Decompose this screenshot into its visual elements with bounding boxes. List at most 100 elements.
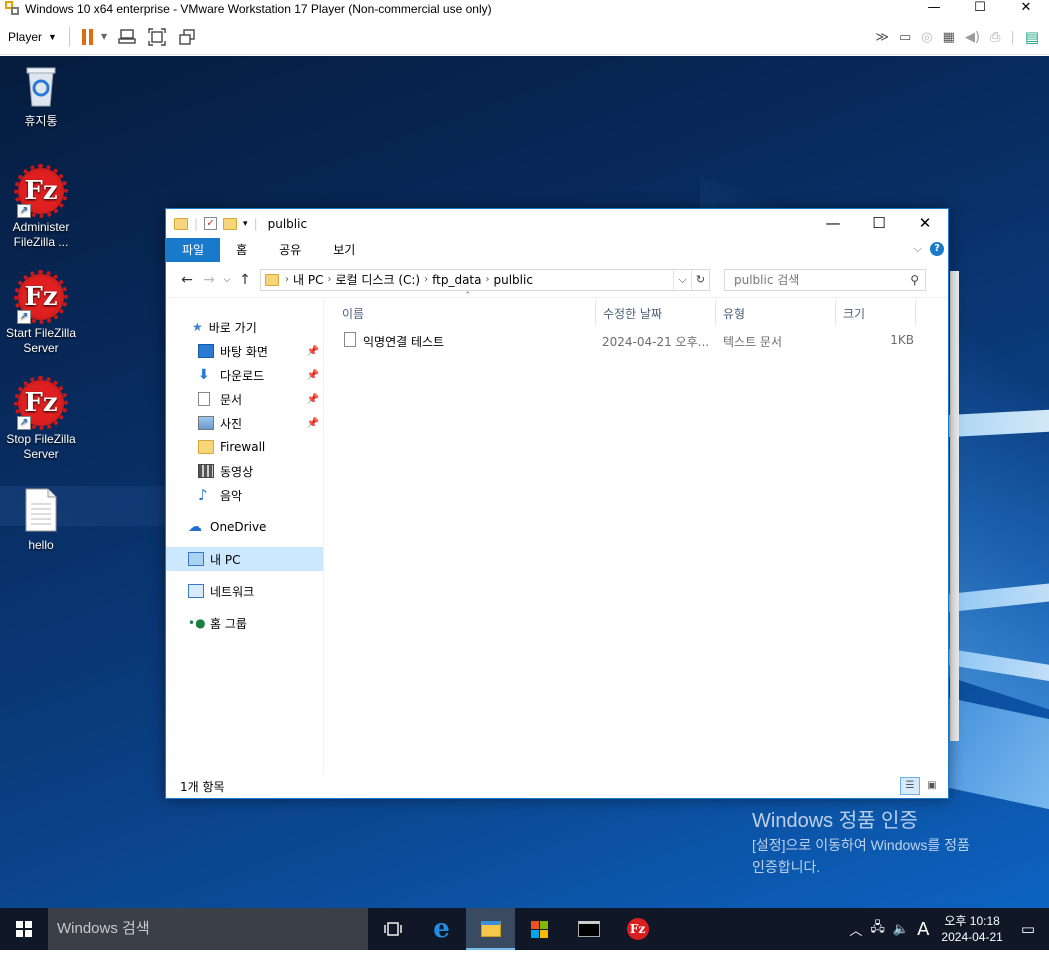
nav-onedrive[interactable]: ☁ OneDrive <box>166 515 323 539</box>
command-prompt-icon <box>577 921 600 937</box>
file-explorer-window: | ✓ ▾ | pulblic — ☐ ✕ 파일 홈 공유 보기 ⌵ ? ← →… <box>165 208 949 799</box>
help-icon[interactable]: ? <box>930 242 944 256</box>
pause-icon[interactable] <box>81 28 93 45</box>
breadcrumb-item[interactable]: ftp_data <box>432 273 481 287</box>
task-view-button[interactable] <box>368 908 417 950</box>
network-adapter-icon[interactable]: ▦ <box>943 30 955 45</box>
taskbar-search-input[interactable]: Windows 검색 <box>48 908 368 950</box>
desktop-icon-label: Start FileZilla Server <box>5 326 76 355</box>
address-dropdown-icon[interactable]: ⌵ <box>673 269 691 290</box>
recent-locations-button[interactable]: ⌵ <box>220 275 234 285</box>
table-row[interactable]: 익명연결 테스트 2024-04-21 오후... 텍스트 문서 1KB <box>338 329 914 351</box>
nav-quick-access[interactable]: ★ 바로 가기 <box>166 315 323 339</box>
nav-network[interactable]: 네트워크 <box>166 579 323 603</box>
tab-share[interactable]: 공유 <box>263 238 317 262</box>
more-devices-icon[interactable]: ≫ <box>875 30 889 45</box>
notification-center-icon[interactable]: ▭ <box>1021 920 1035 938</box>
nav-homegroup[interactable]: •● 홈 그룹 <box>166 611 323 635</box>
address-bar[interactable]: › 내 PC › 로컬 디스크 (C:) › ftp_data › pulbli… <box>260 268 710 291</box>
refresh-icon[interactable]: ↻ <box>691 269 709 290</box>
expand-ribbon-icon[interactable]: ⌵ <box>914 242 922 256</box>
device-toolbar: ≫ ▭ ◎ ▦ ◀) ⎙ | ▤ <box>875 28 1039 46</box>
desktop-icon-administer-filezilla[interactable]: Fz ↗ Administer FileZilla ... <box>1 164 81 250</box>
chevron-down-icon: ▼ <box>48 31 57 42</box>
new-folder-icon[interactable] <box>223 217 238 230</box>
volume-icon[interactable]: 🔈 <box>893 922 909 937</box>
toolbar-divider <box>68 26 70 47</box>
ime-indicator[interactable]: A <box>917 919 929 940</box>
tab-home[interactable]: 홈 <box>220 238 263 262</box>
details-view-icon[interactable]: ☰ <box>900 777 920 795</box>
up-button[interactable]: ↑ <box>234 272 256 288</box>
taskbar-store[interactable] <box>515 908 564 950</box>
nav-item-downloads[interactable]: ⬇ 다운로드 📌 <box>166 363 323 387</box>
minimize-button[interactable]: — <box>911 0 957 18</box>
taskbar-file-explorer[interactable] <box>466 908 515 950</box>
desktop-icon-hello[interactable]: hello <box>1 486 81 553</box>
desktop-icon-stop-filezilla[interactable]: Fz ↗ Stop FileZilla Server <box>1 376 81 462</box>
status-bar: 1개 항목 ☰ ▣ <box>166 774 948 798</box>
explorer-minimize-button[interactable]: — <box>810 209 856 238</box>
pin-icon: 📌 <box>306 345 319 357</box>
network-icon[interactable]: 🖧 <box>870 918 885 940</box>
file-modified: 2024-04-21 오후... <box>602 335 710 349</box>
taskbar-filezilla[interactable]: Fz <box>613 908 662 950</box>
desktop-icon-start-filezilla[interactable]: Fz ↗ Start FileZilla Server <box>1 270 81 356</box>
cd-drive-icon[interactable]: ◎ <box>921 30 932 45</box>
player-menu[interactable]: Player ▼ <box>8 30 57 44</box>
breadcrumb-item[interactable]: 내 PC <box>293 271 323 288</box>
printer-icon[interactable]: ⎙ <box>990 30 1000 45</box>
taskbar-cmd[interactable] <box>564 908 613 950</box>
clock[interactable]: 오후 10:18 2024-04-21 <box>941 913 1002 945</box>
star-icon: ★ <box>192 320 203 334</box>
large-icons-view-icon[interactable]: ▣ <box>922 777 942 795</box>
unity-mode-icon[interactable] <box>177 27 197 47</box>
back-button[interactable]: ← <box>176 272 198 288</box>
nav-label: 내 PC <box>210 552 241 567</box>
explorer-maximize-button[interactable]: ☐ <box>856 209 902 238</box>
sound-card-icon[interactable]: ◀) <box>965 30 980 45</box>
tab-file[interactable]: 파일 <box>166 238 221 262</box>
nav-this-pc[interactable]: 내 PC <box>166 547 323 571</box>
nav-item-documents[interactable]: 문서 📌 <box>166 387 323 411</box>
watermark-line: [설정]으로 이동하여 Windows를 정품 <box>752 837 970 853</box>
desktop-icon-recycle-bin[interactable]: 휴지통 <box>1 62 81 129</box>
breadcrumb-item[interactable]: pulblic <box>493 273 532 287</box>
item-count: 1개 항목 <box>180 779 225 794</box>
nav-item-desktop[interactable]: 바탕 화면 📌 <box>166 339 323 363</box>
nav-item-pictures[interactable]: 사진 📌 <box>166 411 323 435</box>
music-note-icon: ♪ <box>198 486 208 504</box>
desktop-icon <box>198 344 214 358</box>
homegroup-icon: •● <box>188 616 206 630</box>
customize-qat-icon[interactable]: ▾ <box>243 219 248 229</box>
fullscreen-icon[interactable] <box>147 27 167 47</box>
breadcrumb-item[interactable]: 로컬 디스크 (C:) <box>335 271 420 288</box>
tab-view[interactable]: 보기 <box>317 238 371 262</box>
start-button[interactable] <box>0 908 48 950</box>
explorer-close-button[interactable]: ✕ <box>902 209 948 238</box>
maximize-button[interactable]: ☐ <box>957 0 1003 18</box>
nav-item-music[interactable]: ♪ 음악 <box>166 483 323 507</box>
hard-disk-icon[interactable]: ▭ <box>899 30 911 45</box>
desktop-icon-label: 휴지통 <box>24 114 58 128</box>
taskbar: Windows 검색 e Fz ︿ 🖧 🔈 A 오후 10:18 2024-04… <box>0 908 1049 950</box>
forward-button[interactable]: → <box>198 272 220 288</box>
send-ctrl-alt-del-icon[interactable] <box>117 27 137 47</box>
nav-item-firewall[interactable]: Firewall <box>166 435 323 459</box>
vmware-logo-icon <box>5 1 21 17</box>
message-log-icon[interactable]: ▤ <box>1025 28 1039 46</box>
column-type[interactable]: 유형 <box>723 305 745 322</box>
nav-label: Firewall <box>220 440 266 454</box>
nav-item-videos[interactable]: 동영상 <box>166 459 323 483</box>
filezilla-icon: Fz ↗ <box>14 270 68 324</box>
taskbar-edge[interactable]: e <box>417 908 466 950</box>
close-button[interactable]: ✕ <box>1003 0 1049 18</box>
column-size[interactable]: 크기 <box>843 305 865 322</box>
chevron-down-icon[interactable]: ▼ <box>101 32 107 41</box>
column-date[interactable]: 수정한 날짜 <box>603 305 662 322</box>
column-name[interactable]: 이름 <box>342 305 364 322</box>
chevron-up-icon[interactable]: ︿ <box>849 920 862 939</box>
properties-icon[interactable]: ✓ <box>204 217 218 230</box>
nav-label: 네트워크 <box>210 584 255 599</box>
search-input[interactable]: pulblic 검색 ⚲ <box>724 268 926 291</box>
